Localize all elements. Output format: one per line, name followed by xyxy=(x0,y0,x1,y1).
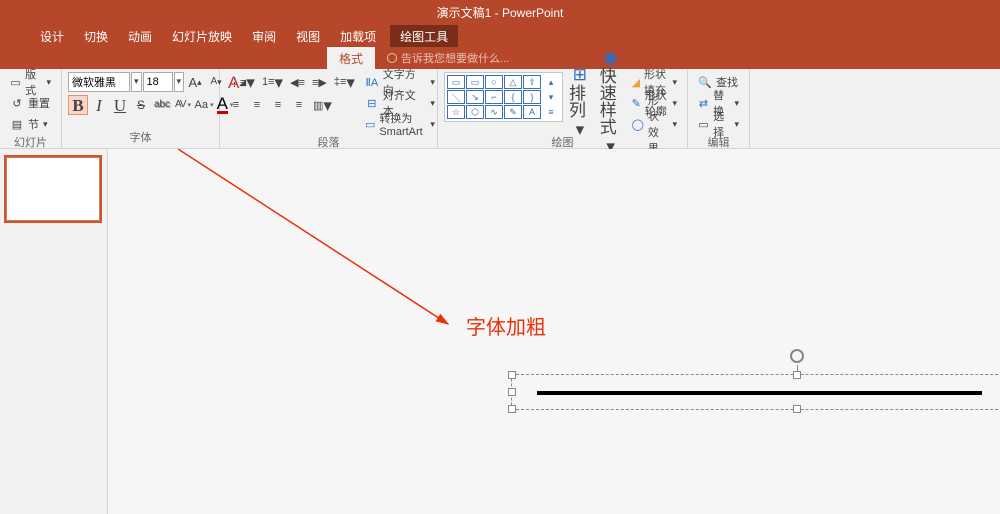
shape-conn[interactable]: ⌐ xyxy=(485,90,503,104)
tell-me[interactable]: 告诉我您想要做什么... xyxy=(387,50,509,66)
tab-transitions[interactable]: 切换 xyxy=(74,25,118,47)
quick-styles-button[interactable]: ◉快速样式▾ xyxy=(597,72,625,132)
tab-drawing-tools[interactable]: 绘图工具 xyxy=(390,25,458,47)
spacing-button[interactable]: AV xyxy=(173,95,193,115)
selected-textbox[interactable] xyxy=(511,374,1000,410)
align-text-icon: ⊟ xyxy=(365,96,379,110)
handle-n[interactable] xyxy=(793,371,801,379)
shape-text[interactable]: A xyxy=(523,105,541,119)
annotation-text: 字体加粗 xyxy=(466,311,546,340)
align-left-button[interactable]: ≡ xyxy=(226,95,246,115)
shape-arrow-up[interactable]: ⇧ xyxy=(523,75,541,89)
titlebar: 演示文稿1 - PowerPoint xyxy=(0,0,1000,25)
tab-review[interactable]: 审阅 xyxy=(242,25,286,47)
columns-button[interactable]: ▥▾ xyxy=(310,95,335,115)
grow-font-button[interactable]: A▴ xyxy=(185,72,205,92)
shapes-more[interactable]: ▴ xyxy=(542,75,560,89)
font-name-select[interactable] xyxy=(68,72,130,92)
change-case-button[interactable]: Aa xyxy=(194,95,214,115)
underline-button[interactable]: U xyxy=(110,95,130,115)
shape-hex[interactable]: ⬡ xyxy=(466,105,484,119)
quickstyle-icon: ◉ xyxy=(603,49,618,66)
shape-curve[interactable]: ∿ xyxy=(485,105,503,119)
shape-effects-button[interactable]: ◯形状效果▾ xyxy=(628,114,681,134)
numbering-button[interactable]: 1≡▾ xyxy=(259,72,286,92)
shapes-scroll[interactable]: ▾ xyxy=(542,90,560,104)
effects-icon: ◯ xyxy=(632,117,644,131)
slide-thumbnail-1[interactable] xyxy=(6,157,100,221)
subtab-format[interactable]: 格式 xyxy=(327,47,375,70)
bold-button[interactable]: B xyxy=(68,95,88,115)
text-direction-icon: ⅡA xyxy=(365,75,379,89)
shape-rect[interactable]: ▭ xyxy=(447,75,465,89)
workspace: 字体加粗 xyxy=(0,149,1000,514)
section-icon: ▤ xyxy=(10,117,24,131)
bulb-icon xyxy=(387,53,397,63)
smartart-icon: ▭ xyxy=(365,117,375,131)
align-right-button[interactable]: ≡ xyxy=(268,95,288,115)
fill-icon: ◢ xyxy=(632,75,640,89)
tab-animations[interactable]: 动画 xyxy=(118,25,162,47)
align-center-button[interactable]: ≡ xyxy=(247,95,267,115)
font-size-dropdown[interactable]: ▾ xyxy=(174,72,185,92)
shape-tri[interactable]: △ xyxy=(504,75,522,89)
select-button[interactable]: ▭选择▾ xyxy=(694,114,743,134)
ribbon-subtabs: 格式 告诉我您想要做什么... xyxy=(0,47,1000,69)
shape-brace2[interactable]: } xyxy=(523,90,541,104)
shape-free[interactable]: ✎ xyxy=(504,105,522,119)
annotation-arrow xyxy=(178,149,478,349)
shapes-expand[interactable]: ≡ xyxy=(542,105,560,119)
layout-icon: ▭ xyxy=(10,75,21,89)
font-name-dropdown[interactable]: ▾ xyxy=(131,72,142,92)
shape-star[interactable]: ☆ xyxy=(447,105,465,119)
arrange-icon: ⊞ xyxy=(573,66,587,83)
tab-addins[interactable]: 加载项 xyxy=(330,25,386,47)
shape-oval[interactable]: ○ xyxy=(485,75,503,89)
shape-rect2[interactable]: ▭ xyxy=(466,75,484,89)
line-spacing-button[interactable]: ‡≡▾ xyxy=(331,72,358,92)
justify-button[interactable]: ≡ xyxy=(289,95,309,115)
slide-canvas[interactable]: 字体加粗 xyxy=(108,149,1000,514)
shapes-gallery[interactable]: ▭▭○△⇧▴ ＼↘⌐{}▾ ☆⬡∿✎A≡ xyxy=(444,72,563,122)
handle-s[interactable] xyxy=(793,405,801,413)
reset-icon: ↺ xyxy=(10,96,24,110)
shape-line[interactable]: ＼ xyxy=(447,90,465,104)
select-icon: ▭ xyxy=(698,117,709,131)
replace-icon: ⇄ xyxy=(698,96,709,110)
handle-sw[interactable] xyxy=(508,405,516,413)
document-title: 演示文稿1 - PowerPoint xyxy=(0,4,1000,21)
ribbon-tabs: 设计 切换 动画 幻灯片放映 审阅 视图 加载项 绘图工具 xyxy=(0,25,1000,47)
shadow-button[interactable]: abc xyxy=(152,95,172,115)
slide-panel xyxy=(0,149,108,514)
handle-nw[interactable] xyxy=(508,371,516,379)
ribbon: ▭版式▾ ↺重置 ▤节▾ 幻灯片 ▾ ▾ A▴ A▾ A◢ B I U S xyxy=(0,69,1000,149)
reset-button[interactable]: ↺重置 xyxy=(6,93,55,113)
textbox-content-line xyxy=(537,391,982,395)
tab-view[interactable]: 视图 xyxy=(286,25,330,47)
section-button[interactable]: ▤节▾ xyxy=(6,114,55,134)
increase-indent-button[interactable]: ≡▶ xyxy=(309,72,330,92)
convert-smartart-button[interactable]: ▭转换为 SmartArt▾ xyxy=(361,114,439,134)
decrease-indent-button[interactable]: ◀≡ xyxy=(287,72,308,92)
group-label-font: 字体 xyxy=(68,129,213,147)
strike-button[interactable]: S xyxy=(131,95,151,115)
find-icon: 🔍 xyxy=(698,75,712,89)
rotate-handle[interactable] xyxy=(790,349,804,363)
italic-button[interactable]: I xyxy=(89,95,109,115)
tab-slideshow[interactable]: 幻灯片放映 xyxy=(162,25,242,47)
font-size-select[interactable] xyxy=(143,72,173,92)
shape-arrow[interactable]: ↘ xyxy=(466,90,484,104)
tab-design[interactable]: 设计 xyxy=(30,25,74,47)
handle-w[interactable] xyxy=(508,388,516,396)
arrange-button[interactable]: ⊞排列▾ xyxy=(566,72,594,132)
shape-brace[interactable]: { xyxy=(504,90,522,104)
layout-button[interactable]: ▭版式▾ xyxy=(6,72,55,92)
bullets-button[interactable]: ⋮≡▾ xyxy=(226,72,258,92)
outline-icon: ✎ xyxy=(632,96,641,110)
